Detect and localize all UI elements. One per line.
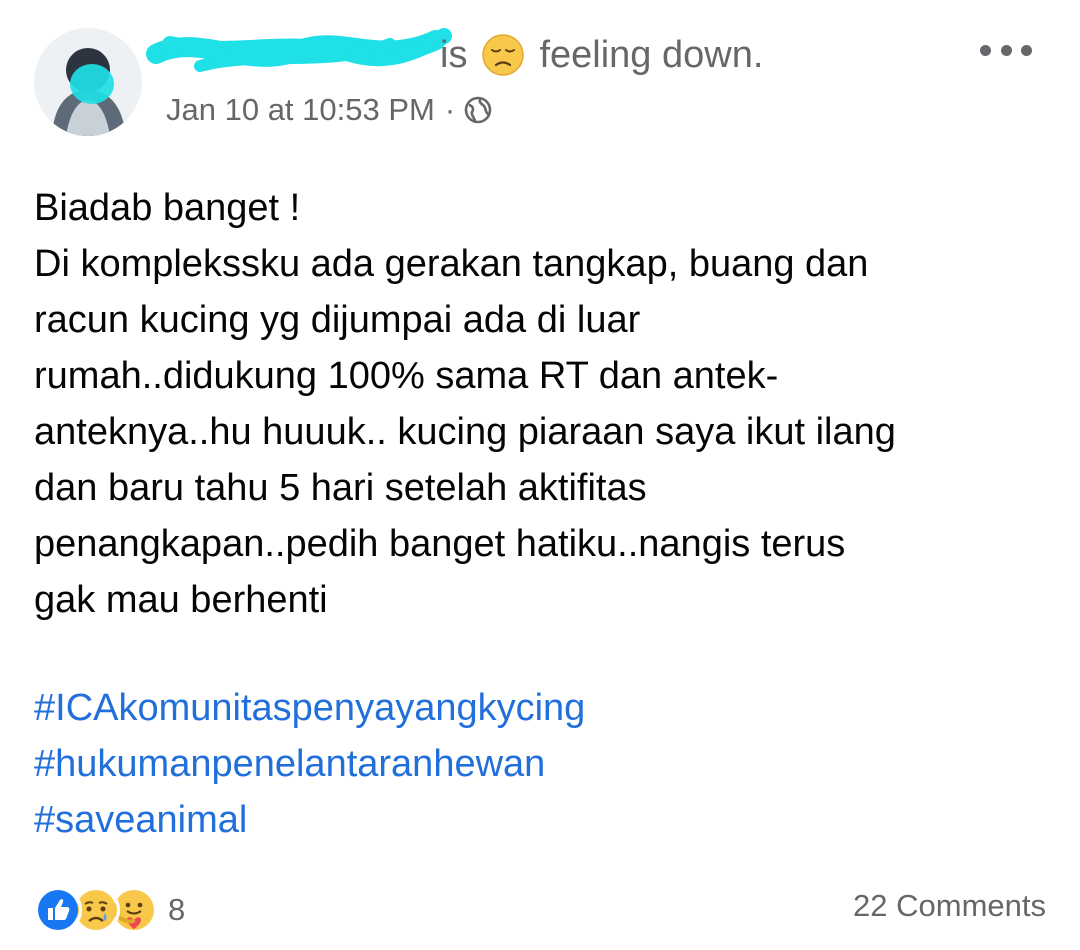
body-line: anteknya..hu huuuk.. kucing piaraan saya… [34, 411, 896, 453]
body-line: racun kucing yg dijumpai ada di luar [34, 299, 641, 341]
body-line: gak mau berhenti [34, 579, 328, 621]
post-meta: Jan 10 at 10:53 PM · [166, 86, 493, 134]
profile-photo [34, 28, 142, 136]
feeling-text: feeling down. [539, 33, 764, 76]
feeling-status: is feeling down. [440, 28, 763, 82]
body-line: rumah..didukung 100% sama RT dan antek- [34, 355, 779, 397]
separator: · [444, 92, 456, 127]
hashtag-link[interactable]: #hukumanpenelantaranhewan [34, 736, 585, 792]
comments-count-link[interactable]: 22 Comments [853, 888, 1046, 924]
body-line: dan baru tahu 5 hari setelah aktifitas [34, 467, 647, 509]
avatar[interactable] [34, 28, 142, 136]
globe-icon[interactable] [463, 95, 493, 125]
reaction-count: 8 [168, 892, 186, 927]
author-name-redacted[interactable] [140, 14, 460, 84]
body-line: Biadab banget ! [34, 187, 301, 229]
like-reaction-icon [34, 886, 82, 934]
pensive-face-icon [482, 34, 525, 76]
hashtag-list: #ICAkomunitaspenyayangkycing #hukumanpen… [34, 680, 585, 848]
body-line: Di komplekssku ada gerakan tangkap, buan… [34, 243, 869, 285]
facebook-post: is feeling down. Jan 10 at 10:53 PM · Bi… [0, 0, 1080, 950]
body-line: penangkapan..pedih banget hatiku..nangis… [34, 523, 846, 565]
reactions-summary[interactable]: 8 [34, 884, 185, 936]
hashtag-link[interactable]: #ICAkomunitaspenyayangkycing [34, 680, 585, 736]
post-body: Biadab banget ! Di komplekssku ada gerak… [34, 180, 1044, 628]
hashtag-link[interactable]: #saveanimal [34, 792, 585, 848]
feeling-is-label: is [440, 33, 468, 76]
more-options-icon[interactable] [980, 38, 1032, 62]
timestamp[interactable]: Jan 10 at 10:53 PM [166, 92, 435, 128]
